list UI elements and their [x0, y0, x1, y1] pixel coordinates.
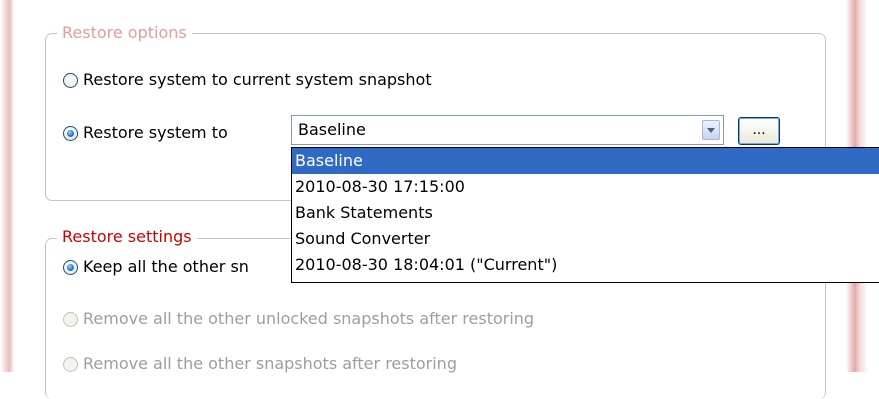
dropdown-item[interactable]: Bank Statements: [292, 200, 879, 226]
remove-all-label: Remove all the other snapshots after res…: [83, 354, 457, 373]
restore-current-snapshot-option[interactable]: Restore system to current system snapsho…: [63, 71, 432, 89]
restore-options-legend: Restore options: [57, 24, 192, 42]
radio-remove-all[interactable]: [63, 356, 78, 372]
dropdown-item[interactable]: 2010-08-30 18:04:01 ("Current"): [292, 252, 879, 278]
keep-snapshots-label: Keep all the other sn: [83, 257, 249, 276]
remove-unlocked-label: Remove all the other unlocked snapshots …: [83, 309, 535, 328]
radio-remove-unlocked[interactable]: [63, 311, 78, 327]
remove-unlocked-option[interactable]: Remove all the other unlocked snapshots …: [63, 310, 534, 328]
window-frame-left: [0, 0, 14, 372]
radio-restore-current[interactable]: [63, 72, 78, 88]
snapshot-combobox[interactable]: Baseline: [291, 115, 724, 145]
dropdown-item[interactable]: 2010-08-30 17:15:00: [292, 174, 879, 200]
remove-all-option[interactable]: Remove all the other snapshots after res…: [63, 355, 457, 373]
dropdown-item[interactable]: Baseline: [292, 148, 879, 174]
restore-to-label: Restore system to: [83, 123, 228, 142]
radio-keep-snapshots[interactable]: [63, 259, 78, 275]
restore-current-label: Restore system to current system snapsho…: [83, 70, 432, 89]
browse-button[interactable]: ...: [738, 117, 780, 145]
restore-to-option[interactable]: Restore system to: [63, 124, 228, 142]
restore-settings-legend: Restore settings: [57, 228, 197, 246]
chevron-down-icon[interactable]: [702, 120, 720, 140]
radio-restore-to[interactable]: [63, 125, 78, 141]
dropdown-item[interactable]: Sound Converter: [292, 226, 879, 252]
snapshot-combobox-value: Baseline: [298, 120, 366, 139]
snapshot-dropdown-list: Baseline 2010-08-30 17:15:00 Bank Statem…: [291, 147, 879, 283]
keep-snapshots-option[interactable]: Keep all the other sn: [63, 258, 249, 276]
